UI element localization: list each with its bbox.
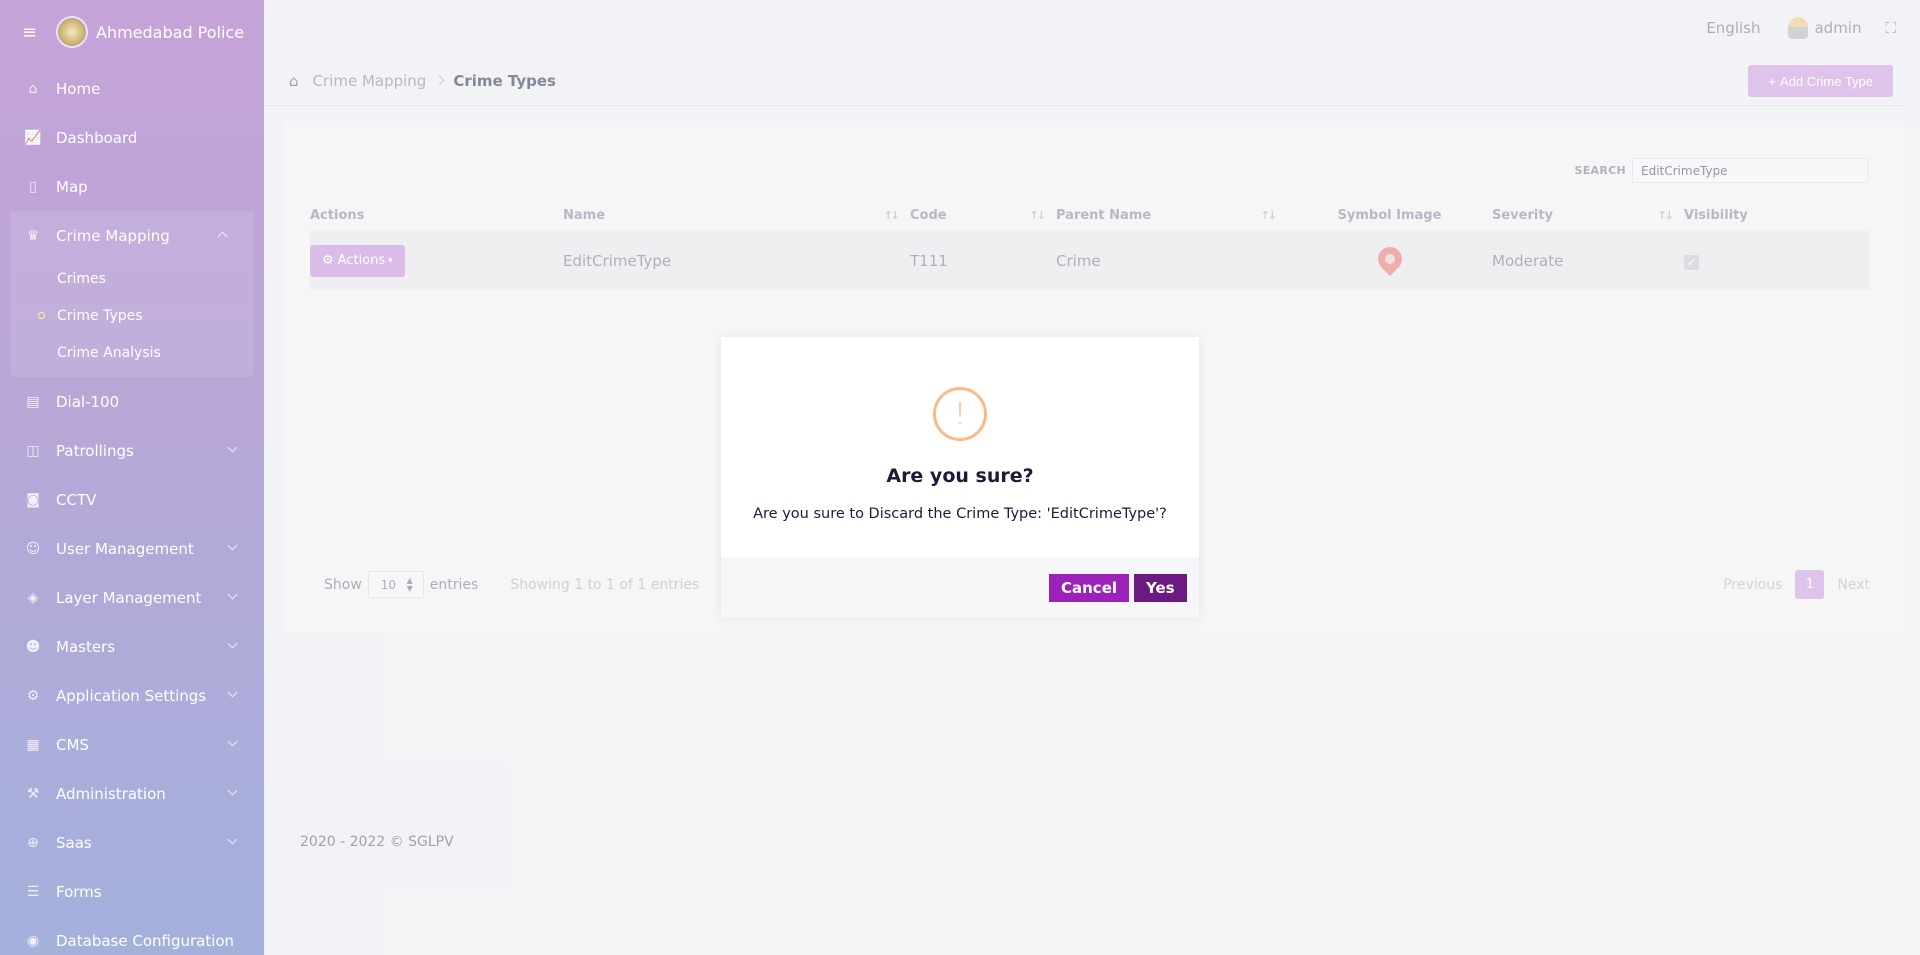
dialog-message: Are you sure to Discard the Crime Type: …: [753, 506, 1167, 522]
cancel-button[interactable]: Cancel: [1049, 574, 1130, 602]
dialog-footer: Cancel Yes: [721, 557, 1199, 618]
confirm-dialog: ! Are you sure? Are you sure to Discard …: [721, 337, 1199, 618]
yes-button[interactable]: Yes: [1134, 574, 1187, 602]
warning-icon: !: [933, 387, 987, 441]
dialog-title: Are you sure?: [886, 465, 1034, 487]
